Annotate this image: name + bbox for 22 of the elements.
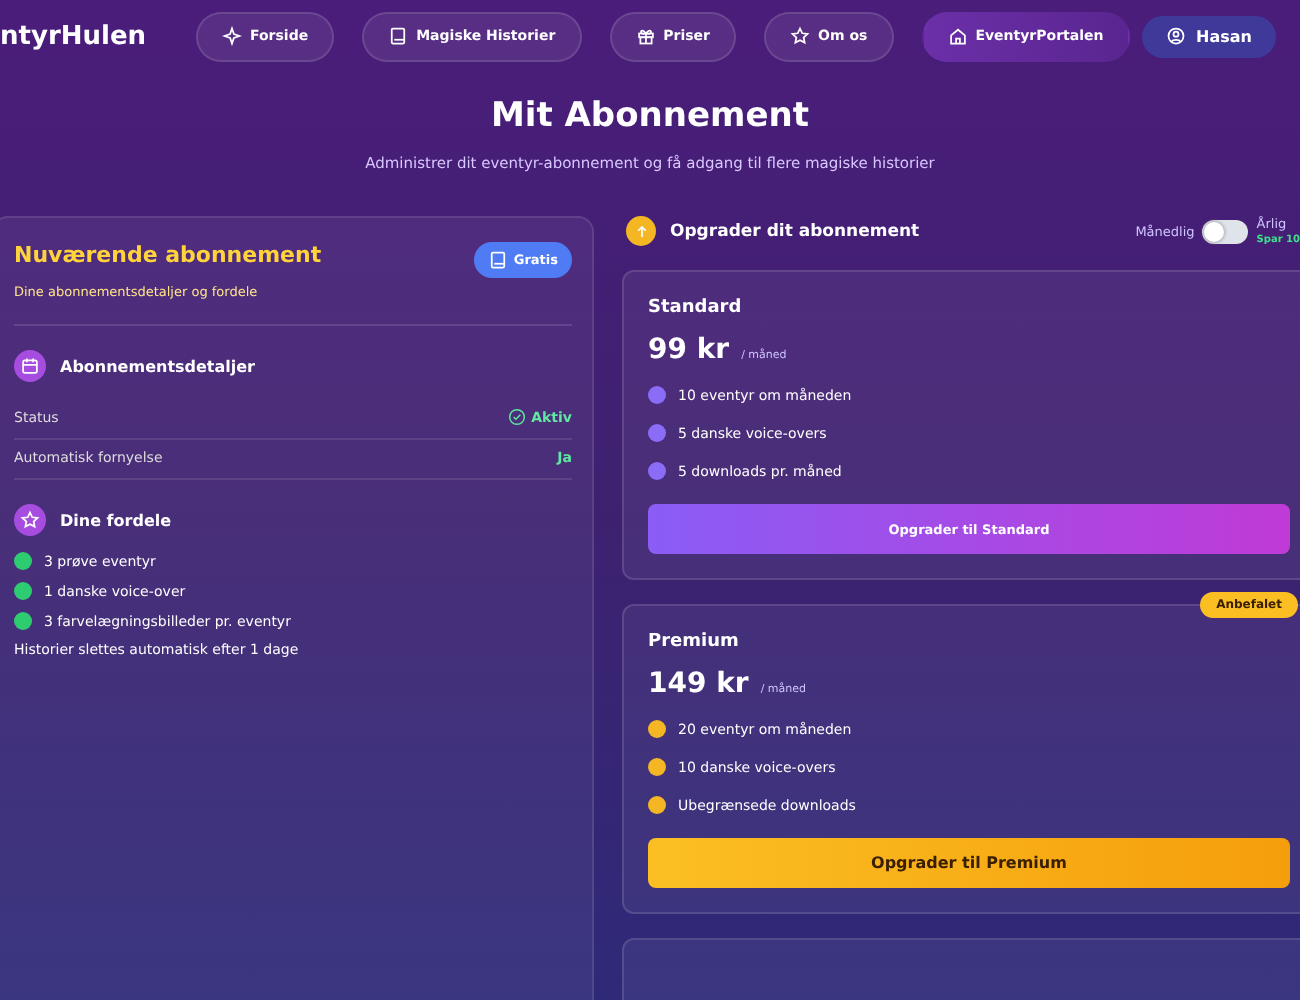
card-title: Nuværende abonnement — [14, 242, 322, 268]
book-icon — [388, 26, 409, 46]
plan-name: Standard — [648, 298, 744, 318]
calendar-icon — [14, 350, 46, 382]
plan-price: 99 kr — [648, 334, 730, 366]
logo[interactable]: ntyrHulen — [0, 21, 140, 51]
plan-name: Premium — [648, 632, 741, 652]
star-icon — [790, 26, 811, 46]
page-title: Mit Abonnement — [488, 96, 811, 136]
book-icon — [487, 250, 508, 270]
gift-icon — [635, 26, 656, 46]
billing-toggle[interactable] — [1202, 219, 1249, 243]
home-icon — [947, 26, 968, 46]
user-button[interactable]: Hasan — [1142, 15, 1276, 57]
sparkle-icon — [222, 26, 242, 46]
upgrade-button[interactable]: Opgrader til Premium — [648, 838, 1290, 888]
section-title: Opgrader dit abonnement — [670, 221, 920, 241]
section-title: Abonnementsdetaljer — [60, 357, 256, 375]
user-icon — [1166, 26, 1187, 46]
arrow-up-icon — [626, 216, 656, 246]
plan-price: 149 kr — [648, 668, 749, 700]
section-title: Dine fordele — [60, 511, 172, 529]
